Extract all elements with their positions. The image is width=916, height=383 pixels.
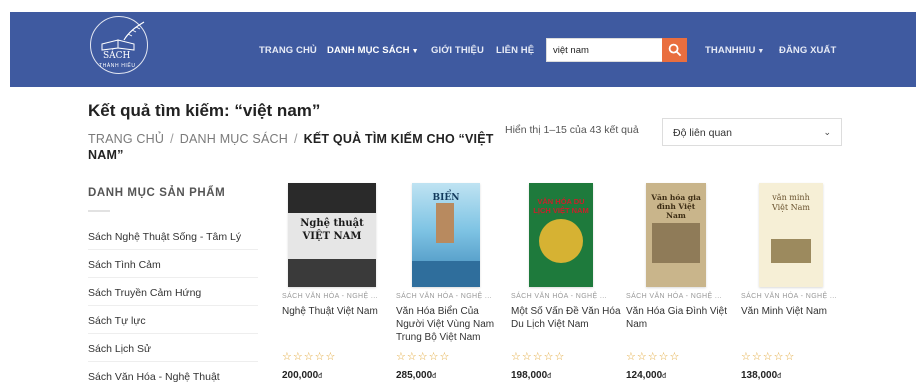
breadcrumb-separator: / [170,132,174,146]
star-outline-icon: ☆☆☆☆☆ [282,351,337,363]
search-input[interactable] [546,38,663,62]
product-price: 200,000đ [282,370,322,381]
sidebar-item-self-help[interactable]: Sách Tự lực [88,306,258,334]
breadcrumb-category[interactable]: DANH MỤC SÁCH [180,132,288,146]
breadcrumb-home[interactable]: TRANG CHỦ [88,132,164,146]
product-category[interactable]: SÁCH VĂN HÓA - NGHỆ ... [282,293,378,300]
star-outline-icon: ☆☆☆☆☆ [626,351,681,363]
cover-title: Nghệ thuật VIỆT NAM [300,218,364,242]
sidebar-item-culture-art[interactable]: Sách Văn Hóa - Nghệ Thuật [88,362,258,383]
category-list: Sách Nghệ Thuật Sống - Tâm Lý Sách Tình … [88,222,258,383]
sidebar-item-inspiration[interactable]: Sách Truyền Cảm Hứng [88,278,258,306]
price-value: 138,000 [741,370,778,381]
product-category[interactable]: SÁCH VĂN HÓA - NGHỆ ... [396,293,492,300]
page-title: Kết quả tìm kiếm: “việt nam” [88,101,321,120]
result-count: Hiển thị 1–15 của 43 kết quả [505,124,639,136]
user-menu[interactable]: THANHHIU ▼ [705,45,764,56]
nav-about[interactable]: GIỚI THIỆU [431,45,484,56]
product-cover[interactable]: VĂN HÓA DU LỊCH VIỆT NAM [529,183,593,287]
nav-home[interactable]: TRANG CHỦ [259,45,317,56]
cover-title: BIỂN [432,193,460,203]
chevron-down-icon: ▼ [411,48,419,55]
product-category[interactable]: SÁCH VĂN HÓA - NGHỆ ... [626,293,722,300]
nav-book-categories[interactable]: DANH MỤC SÁCH ▼ [327,45,419,56]
product-cover[interactable]: Nghệ thuật VIỆT NAM [288,183,376,287]
price-value: 200,000 [282,370,319,381]
logo-text-line2: THÀNH HIẾU [99,63,136,69]
site-logo[interactable]: SÁCH THÀNH HIẾU [88,14,158,78]
cover-title: VĂN HÓA DU LỊCH VIỆT NAM [533,197,589,215]
cover-title: Văn hóa gia đình Việt Nam [651,193,701,220]
chevron-down-icon: ▼ [757,48,765,55]
currency-symbol: đ [547,373,552,380]
sidebar-title-underline [88,210,110,212]
star-outline-icon: ☆☆☆☆☆ [741,351,796,363]
price-value: 198,000 [511,370,548,381]
nav-contact[interactable]: LIÊN HỆ [496,45,534,56]
product-price: 138,000đ [741,370,781,381]
product-name[interactable]: Văn Hóa Biển Của Người Việt Vùng Nam Tru… [396,305,508,344]
price-value: 124,000 [626,370,663,381]
search-button[interactable] [662,38,687,62]
breadcrumb: TRANG CHỦ / DANH MỤC SÁCH / KẾT QUẢ TÌM KIẾM… [88,131,508,163]
cover-title: văn minh Việt Nam [771,193,811,212]
price-value: 285,000 [396,370,433,381]
currency-symbol: đ [432,373,437,380]
sidebar-item-life-art-psychology[interactable]: Sách Nghệ Thuật Sống - Tâm Lý [88,222,258,250]
user-menu-label: THANHHIU [705,45,756,56]
sidebar-item-history[interactable]: Sách Lịch Sử [88,334,258,362]
nav-book-categories-label: DANH MỤC SÁCH [327,45,410,56]
currency-symbol: đ [777,373,782,380]
sort-selected-value: Độ liên quan [673,127,732,139]
product-price: 124,000đ [626,370,666,381]
product-cover[interactable]: Văn hóa gia đình Việt Nam [646,183,706,287]
product-cover[interactable]: BIỂN [412,183,480,287]
book-quill-icon [101,21,145,51]
star-outline-icon: ☆☆☆☆☆ [396,351,451,363]
product-cover[interactable]: văn minh Việt Nam [759,183,823,287]
sidebar-item-romance[interactable]: Sách Tình Cảm [88,250,258,278]
breadcrumb-separator: / [293,132,298,146]
product-name[interactable]: Nghệ Thuật Việt Nam [282,305,394,318]
sidebar-title: DANH MỤC SẢN PHẨM [88,187,226,199]
product-category[interactable]: SÁCH VĂN HÓA - NGHỆ ... [511,293,607,300]
magnifier-icon [668,43,682,57]
star-outline-icon: ☆☆☆☆☆ [511,351,566,363]
logout-link[interactable]: ĐĂNG XUẤT [779,45,836,56]
logo-text-line1: SÁCH [103,51,131,61]
top-border [0,0,916,12]
currency-symbol: đ [662,373,667,380]
sort-select[interactable]: Độ liên quan ⌄ [662,118,842,146]
product-name[interactable]: Một Số Vấn Đề Văn Hóa Du Lịch Việt Nam [511,305,623,331]
product-price: 198,000đ [511,370,551,381]
chevron-down-icon: ⌄ [823,127,831,137]
product-price: 285,000đ [396,370,436,381]
product-name[interactable]: Văn Minh Việt Nam [741,305,853,318]
currency-symbol: đ [318,373,323,380]
product-name[interactable]: Văn Hóa Gia Đình Việt Nam [626,305,738,331]
product-category[interactable]: SÁCH VĂN HÓA - NGHỆ ... [741,293,837,300]
